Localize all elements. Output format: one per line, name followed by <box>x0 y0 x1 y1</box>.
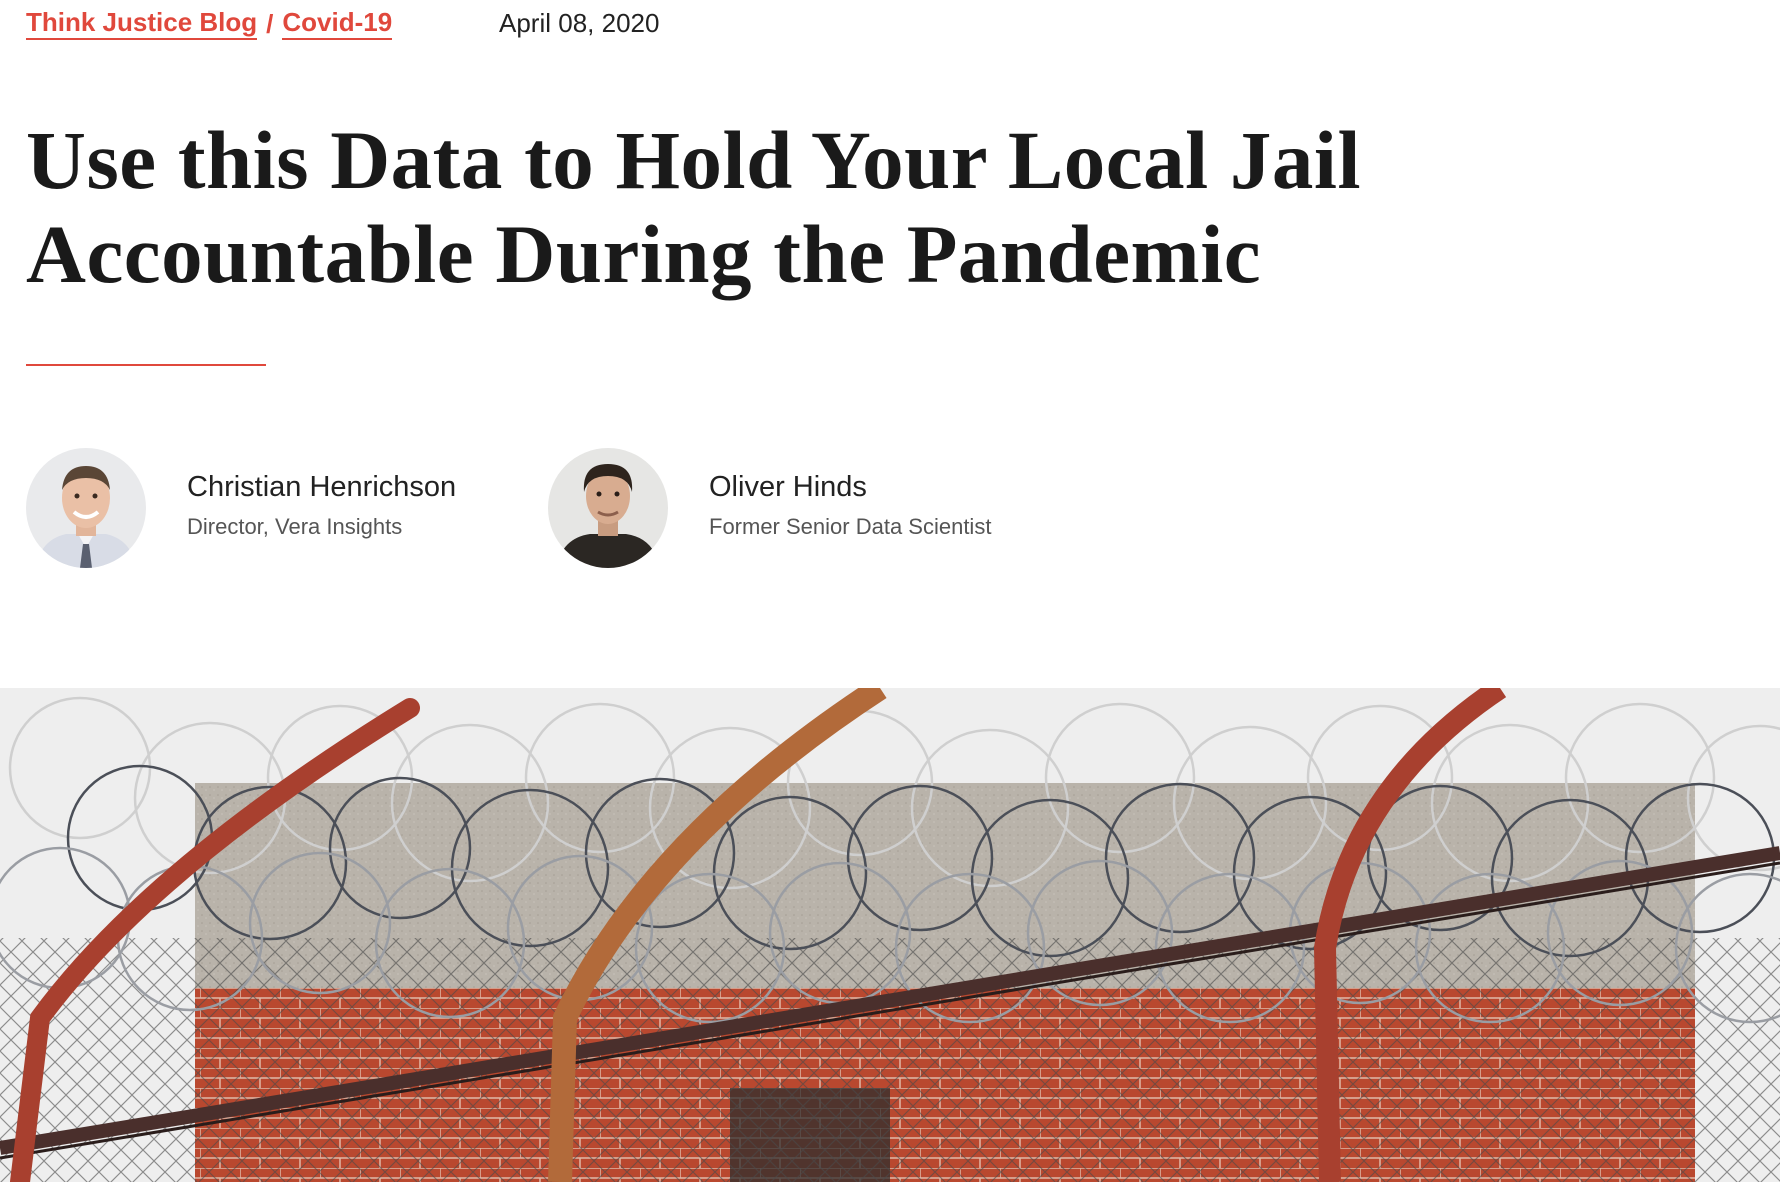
article-title-line-1: Use this Data to Hold Your Local Jail <box>26 114 1362 206</box>
article-title: Use this Data to Hold Your Local Jail Ac… <box>26 113 1446 301</box>
title-divider <box>26 364 266 366</box>
author-role: Former Senior Data Scientist <box>709 514 992 539</box>
breadcrumb-topic-link[interactable]: Covid-19 <box>282 8 393 41</box>
author-role: Director, Vera Insights <box>187 514 403 539</box>
author-info: Oliver Hinds Former Senior Data Scientis… <box>709 469 991 541</box>
hero-image <box>0 688 1780 1182</box>
breadcrumb-separator: / <box>266 8 274 39</box>
breadcrumb-blog-link[interactable]: Think Justice Blog <box>26 8 258 41</box>
avatar[interactable] <box>548 448 668 568</box>
publish-date: April 08, 2020 <box>499 8 660 38</box>
author-info: Christian Henrichson Director, Vera Insi… <box>187 469 456 541</box>
avatar[interactable] <box>26 448 146 568</box>
article-title-line-2: Accountable During the Pandemic <box>26 208 1262 300</box>
author-name[interactable]: Oliver Hinds <box>709 469 991 505</box>
breadcrumb: Think Justice Blog / Covid-19 <box>26 4 393 44</box>
author-card: Christian Henrichson Director, Vera Insi… <box>26 448 456 568</box>
author-name[interactable]: Christian Henrichson <box>187 469 456 505</box>
author-card: Oliver Hinds Former Senior Data Scientis… <box>548 448 991 568</box>
